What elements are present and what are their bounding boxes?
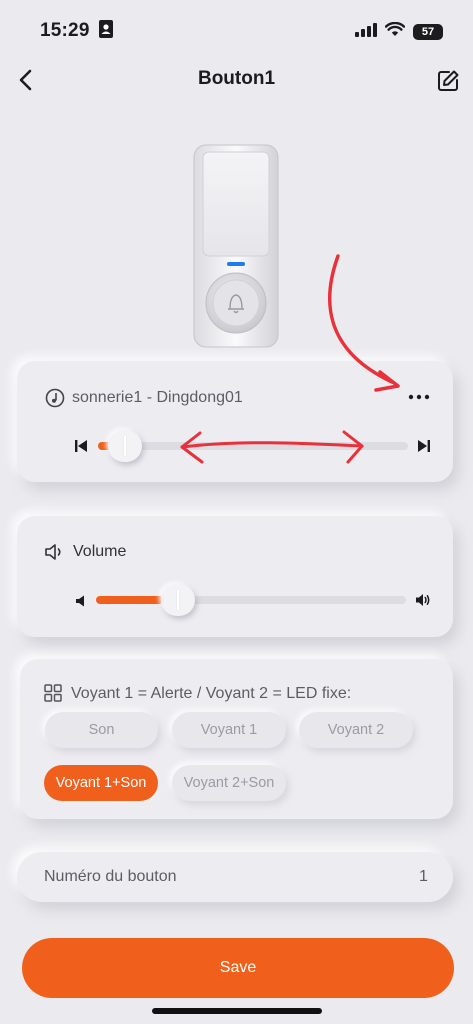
volume-label: Volume: [73, 543, 127, 560]
volume-card: [17, 516, 453, 637]
button-number-value: 1: [419, 868, 428, 885]
volume-high-icon: [415, 593, 431, 612]
option-voyant-1-son[interactable]: Voyant 1+Son: [44, 765, 158, 801]
home-indicator: [152, 1008, 322, 1014]
led-mode-title: Voyant 1 = Alerte / Voyant 2 = LED fixe:: [71, 685, 352, 702]
grid-icon: [44, 684, 62, 707]
option-voyant-2[interactable]: Voyant 2: [299, 712, 413, 748]
volume-fill: [96, 596, 163, 604]
speaker-icon: [44, 543, 66, 566]
option-son[interactable]: Son: [45, 712, 158, 748]
volume-low-icon: [75, 594, 87, 612]
option-voyant-1[interactable]: Voyant 1: [172, 712, 286, 748]
button-number-label: Numéro du bouton: [44, 868, 177, 885]
option-voyant-2-son[interactable]: Voyant 2+Son: [172, 765, 286, 801]
volume-slider-handle[interactable]: [161, 584, 195, 616]
save-button[interactable]: Save: [22, 938, 454, 998]
